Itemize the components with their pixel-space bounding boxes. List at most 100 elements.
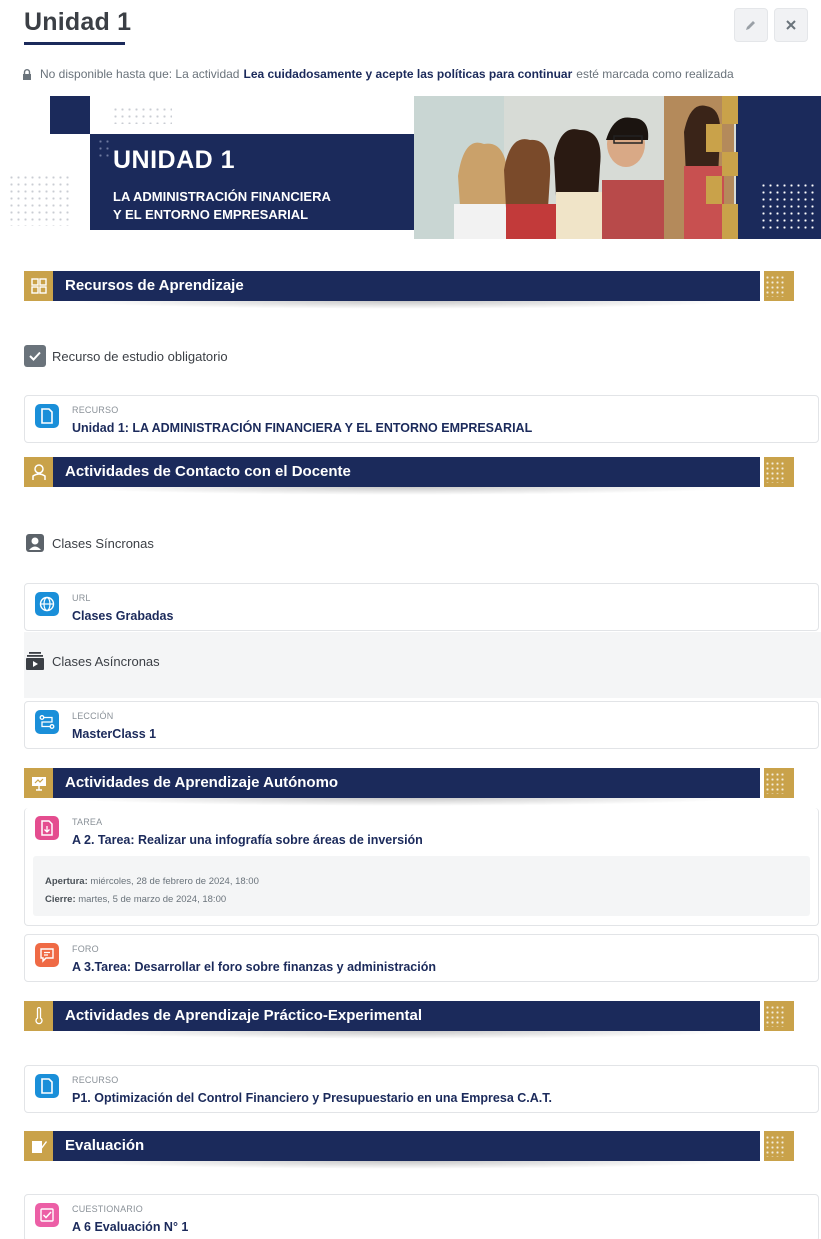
activity-cuestionario-evaluacion[interactable]: CUESTIONARIO A 6 Evaluación N° 1 xyxy=(24,1194,819,1239)
activity-recurso-unidad1[interactable]: RECURSO Unidad 1: LA ADMINISTRACIÓN FINA… xyxy=(24,395,819,443)
activity-name-link[interactable]: Clases Grabadas xyxy=(72,609,173,623)
activity-leccion-masterclass[interactable]: LECCIÓN MasterClass 1 xyxy=(24,701,819,749)
section-recursos-aprendizaje[interactable]: Recursos de Aprendizaje xyxy=(24,271,794,309)
section-end-decoration xyxy=(760,457,794,487)
activity-name-link[interactable]: P1. Optimización del Control Financiero … xyxy=(72,1091,552,1105)
restriction-suffix: esté marcada como realizada xyxy=(576,67,734,81)
globe-icon xyxy=(35,592,59,616)
activity-type: LECCIÓN xyxy=(72,711,114,721)
section-shadow xyxy=(64,1031,744,1039)
banner-gold-3 xyxy=(722,204,738,239)
section-shadow xyxy=(64,798,744,806)
opening-date: Apertura: miércoles, 28 de febrero de 20… xyxy=(45,876,259,887)
video-stack-icon xyxy=(24,650,46,672)
banner-gold-1 xyxy=(722,96,738,124)
restriction-activity-link[interactable]: Lea cuidadosamente y acepte las política… xyxy=(243,67,572,81)
section-title-bar: Evaluación xyxy=(53,1131,760,1161)
banner-subtitle-line2: Y EL ENTORNO EMPRESARIAL xyxy=(113,207,309,222)
section-shadow xyxy=(64,301,744,309)
section-title-bar: Actividades de Aprendizaje Práctico-Expe… xyxy=(53,1001,760,1031)
lock-icon xyxy=(23,68,31,80)
section-aprendizaje-autonomo[interactable]: Actividades de Aprendizaje Autónomo xyxy=(24,768,794,806)
title-underline xyxy=(24,42,125,45)
section-icon-box xyxy=(24,457,53,487)
subheading-clases-asincronas: Clases Asíncronas xyxy=(24,650,160,672)
section-title: Actividades de Contacto con el Docente xyxy=(65,463,351,480)
close-button[interactable] xyxy=(774,8,808,42)
availability-restriction: No disponible hasta que: La actividad Le… xyxy=(22,67,734,81)
section-icon-box xyxy=(24,1131,53,1161)
section-end-decoration xyxy=(760,271,794,301)
banner-navy-square xyxy=(50,96,90,134)
section-icon-box xyxy=(24,1001,53,1031)
activity-recurso-p1[interactable]: RECURSO P1. Optimización del Control Fin… xyxy=(24,1065,819,1113)
banner-dots-top xyxy=(112,106,172,124)
activity-type: URL xyxy=(72,593,91,603)
thermometer-icon xyxy=(34,1007,43,1025)
banner-title: UNIDAD 1 xyxy=(113,146,236,174)
activity-type: TAREA xyxy=(72,817,103,827)
section-end-decoration xyxy=(760,1131,794,1161)
activity-type: RECURSO xyxy=(72,405,119,415)
activity-type: CUESTIONARIO xyxy=(72,1204,143,1214)
edit-button[interactable] xyxy=(734,8,768,42)
presentation-icon xyxy=(31,777,46,791)
banner-gold-5 xyxy=(706,176,722,204)
section-contacto-docente[interactable]: Actividades de Contacto con el Docente xyxy=(24,457,794,495)
unit-banner: UNIDAD 1 LA ADMINISTRACIÓN FINANCIERA Y … xyxy=(0,96,821,240)
activity-name-link[interactable]: A 2. Tarea: Realizar una infografía sobr… xyxy=(72,833,423,847)
file-icon xyxy=(35,1074,59,1098)
section-title: Actividades de Aprendizaje Práctico-Expe… xyxy=(65,1007,423,1024)
section-title-bar: Actividades de Aprendizaje Autónomo xyxy=(53,768,760,798)
restriction-prefix: No disponible hasta que: La actividad xyxy=(40,67,240,81)
edit-note-icon xyxy=(31,1141,47,1153)
section-shadow xyxy=(64,1161,744,1169)
activity-type: FORO xyxy=(72,944,99,954)
section-end-decoration xyxy=(760,1001,794,1031)
page-title: Unidad 1 xyxy=(24,8,132,36)
subheading-recurso-obligatorio: Recurso de estudio obligatorio xyxy=(24,345,228,367)
quiz-icon xyxy=(35,1203,59,1227)
subheading-label: Recurso de estudio obligatorio xyxy=(52,348,228,364)
person-icon xyxy=(31,464,46,480)
section-title: Recursos de Aprendizaje xyxy=(65,277,244,294)
banner-dots-right xyxy=(760,182,818,230)
subheading-clases-sincronas: Clases Síncronas xyxy=(24,532,154,554)
activity-name-link[interactable]: Unidad 1: LA ADMINISTRACIÓN FINANCIERA Y… xyxy=(72,421,532,435)
section-title-bar: Actividades de Contacto con el Docente xyxy=(53,457,760,487)
section-title: Evaluación xyxy=(65,1137,145,1154)
activity-dates-panel: Apertura: miércoles, 28 de febrero de 20… xyxy=(33,856,810,916)
banner-dots-panel xyxy=(97,138,111,158)
activity-url-clases-grabadas[interactable]: URL Clases Grabadas xyxy=(24,583,819,631)
pencil-icon xyxy=(746,21,755,30)
activity-name-link[interactable]: MasterClass 1 xyxy=(72,727,156,741)
banner-subtitle: LA ADMINISTRACIÓN FINANCIERA Y EL ENTORN… xyxy=(113,188,331,224)
section-title-bar: Recursos de Aprendizaje xyxy=(53,271,760,301)
section-evaluacion[interactable]: Evaluación xyxy=(24,1131,794,1169)
activity-name-link[interactable]: A 3.Tarea: Desarrollar el foro sobre fin… xyxy=(72,960,436,974)
lesson-icon xyxy=(35,710,59,734)
subheading-label: Clases Asíncronas xyxy=(52,653,160,669)
assignment-icon xyxy=(35,816,59,840)
forum-icon xyxy=(35,943,59,967)
checkbox-icon xyxy=(24,345,46,367)
close-icon xyxy=(786,20,796,30)
section-title: Actividades de Aprendizaje Autónomo xyxy=(65,774,339,791)
activity-name-link[interactable]: A 6 Evaluación N° 1 xyxy=(72,1220,188,1234)
banner-gold-2 xyxy=(722,152,738,176)
section-icon-box xyxy=(24,768,53,798)
activity-tarea-infografia[interactable]: TAREA A 2. Tarea: Realizar una infografí… xyxy=(24,808,819,926)
section-practico-experimental[interactable]: Actividades de Aprendizaje Práctico-Expe… xyxy=(24,1001,794,1039)
banner-subtitle-line1: LA ADMINISTRACIÓN FINANCIERA xyxy=(113,189,331,204)
banner-dots-left xyxy=(8,174,70,226)
section-end-decoration xyxy=(760,768,794,798)
activity-foro-finanzas[interactable]: FORO A 3.Tarea: Desarrollar el foro sobr… xyxy=(24,934,819,982)
banner-gold-4 xyxy=(706,124,722,152)
section-shadow xyxy=(64,487,744,495)
activity-type: RECURSO xyxy=(72,1075,119,1085)
user-square-icon xyxy=(24,532,46,554)
subheading-label: Clases Síncronas xyxy=(52,535,154,551)
closing-date: Cierre: martes, 5 de marzo de 2024, 18:0… xyxy=(45,894,227,905)
section-icon-box xyxy=(24,271,53,301)
resources-grid-icon xyxy=(30,278,47,294)
